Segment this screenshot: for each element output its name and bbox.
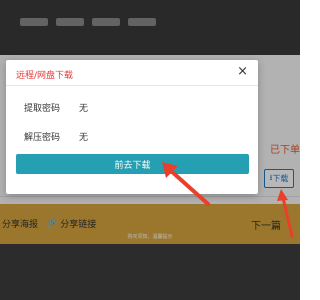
unzip-password-label: 解压密码 xyxy=(24,133,61,143)
extract-password-value: 无 xyxy=(79,104,89,114)
close-icon[interactable]: × xyxy=(237,65,248,78)
unzip-password-value: 无 xyxy=(79,133,89,143)
go-download-button[interactable]: 前去下载 xyxy=(16,154,249,174)
download-modal: 远程/网盘下载 × 提取密码 无 解压密码 无 前去下载 xyxy=(6,60,258,194)
extract-password-label: 提取密码 xyxy=(24,104,61,114)
modal-title: 远程/网盘下载 xyxy=(16,71,74,81)
modal-divider xyxy=(6,85,258,86)
